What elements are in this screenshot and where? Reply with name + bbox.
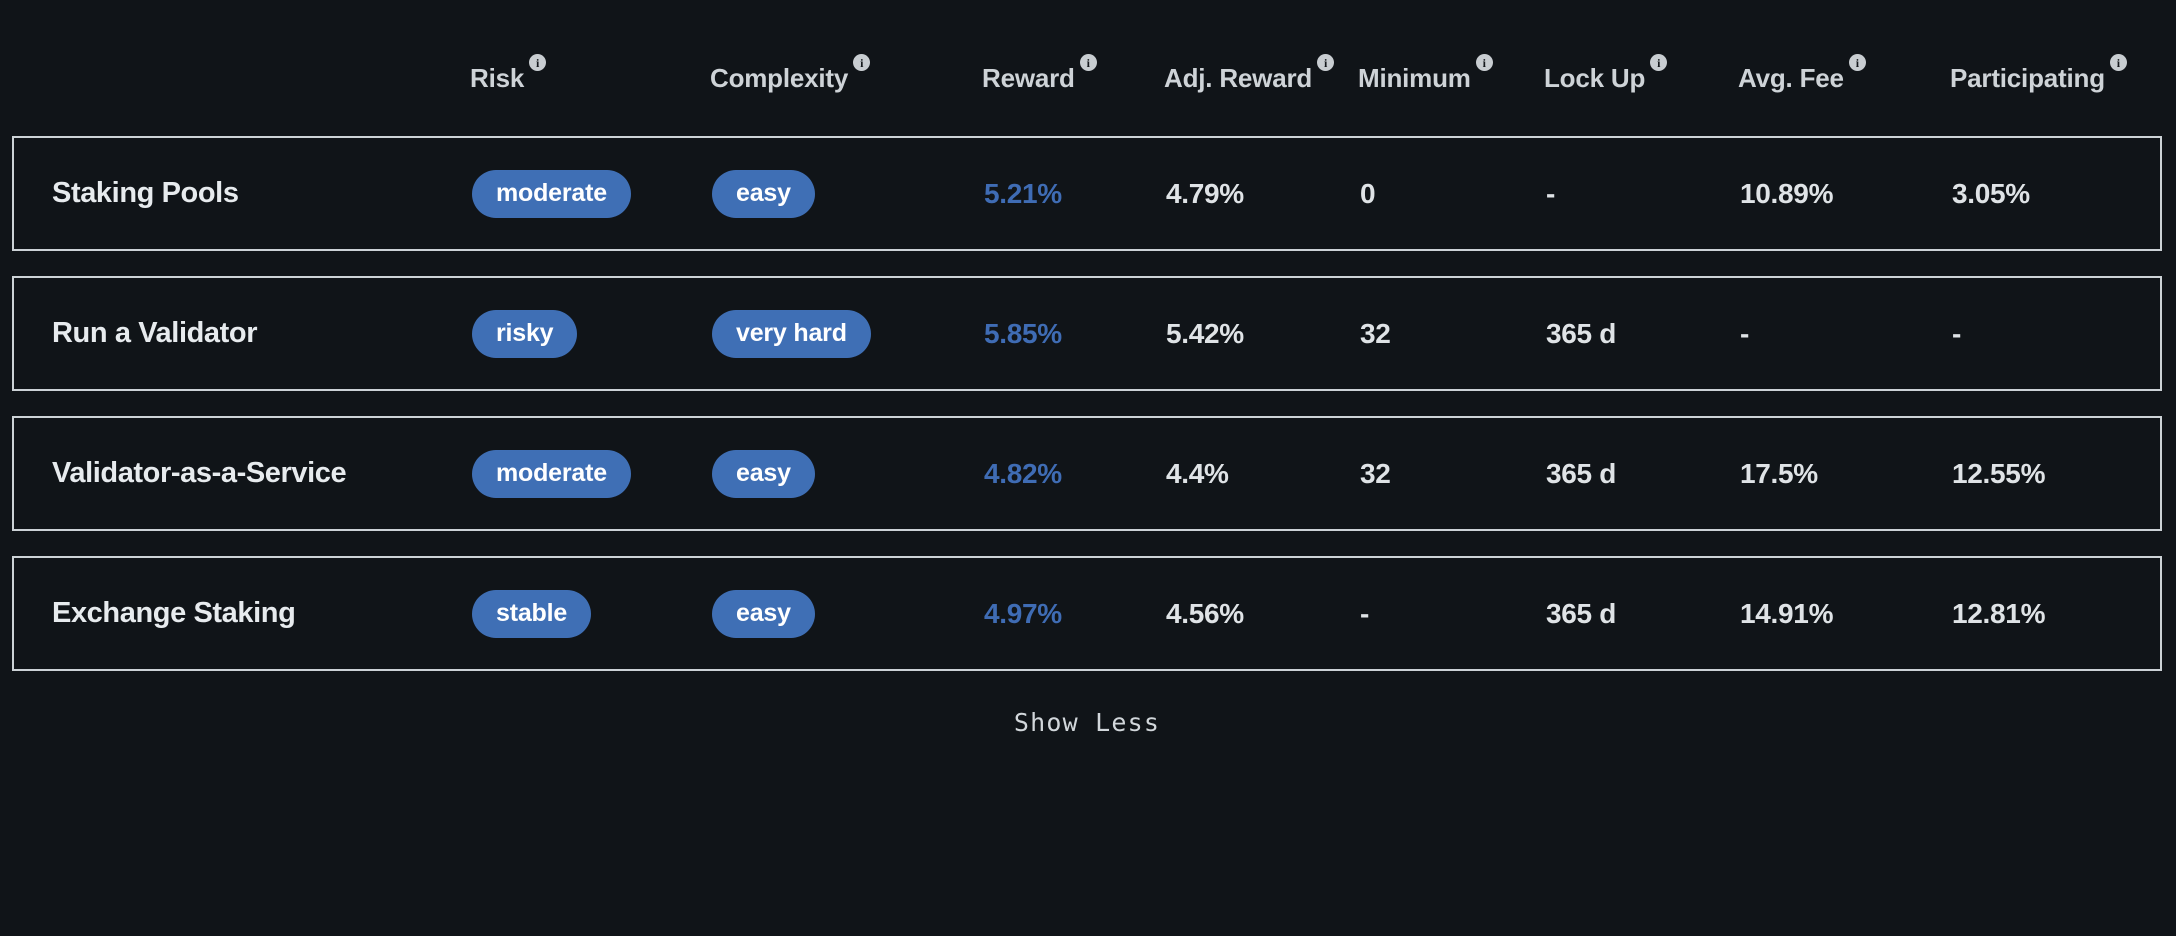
table-footer: Show Less — [12, 677, 2162, 767]
cell-participating: - — [1952, 318, 2160, 350]
cell-avg_fee: 10.89% — [1740, 178, 1952, 210]
cell-minimum: 32 — [1360, 318, 1546, 350]
column-header-label: Adj. Reward — [1164, 63, 1312, 94]
column-header-adj_reward: Adj. Rewardi — [1164, 63, 1358, 136]
cell-participating: 12.81% — [1952, 598, 2160, 630]
info-icon[interactable]: i — [1080, 54, 1097, 71]
column-header-label: Complexity — [710, 63, 848, 94]
cell-complexity: very hard — [712, 310, 984, 358]
complexity-badge[interactable]: easy — [712, 590, 815, 638]
risk-badge[interactable]: risky — [472, 310, 577, 358]
complexity-badge[interactable]: very hard — [712, 310, 871, 358]
cell-avg_fee: 17.5% — [1740, 458, 1952, 490]
cell-risk: moderate — [472, 450, 712, 498]
info-icon[interactable]: i — [529, 54, 546, 71]
cell-risk: stable — [472, 590, 712, 638]
cell-complexity: easy — [712, 450, 984, 498]
column-header-label: Minimum — [1358, 63, 1471, 94]
row-title: Exchange Staking — [52, 597, 472, 630]
staking-comparison-table: RiskiComplexityiRewardiAdj. RewardiMinim… — [0, 0, 2176, 936]
cell-avg_fee: 14.91% — [1740, 598, 1952, 630]
column-header-label: Risk — [470, 63, 524, 94]
table-header-row: RiskiComplexityiRewardiAdj. RewardiMinim… — [12, 0, 2162, 136]
column-header-participating: Participatingi — [1950, 63, 2162, 136]
info-icon[interactable]: i — [1849, 54, 1866, 71]
complexity-badge[interactable]: easy — [712, 450, 815, 498]
cell-minimum: - — [1360, 598, 1546, 630]
cell-participating: 3.05% — [1952, 178, 2160, 210]
row-title: Run a Validator — [52, 317, 472, 350]
cell-minimum: 32 — [1360, 458, 1546, 490]
cell-adj_reward: 4.56% — [1166, 598, 1360, 630]
cell-complexity: easy — [712, 170, 984, 218]
cell-risk: risky — [472, 310, 712, 358]
column-header-avg_fee: Avg. Feei — [1738, 63, 1950, 136]
table-row[interactable]: Exchange Stakingstable easy 4.97%4.56%-365… — [12, 556, 2162, 671]
cell-lock_up: 365 d — [1546, 318, 1740, 350]
cell-minimum: 0 — [1360, 178, 1546, 210]
table-row[interactable]: Validator-as-a-Servicemoderate easy 4.82%4… — [12, 416, 2162, 531]
column-header-reward: Rewardi — [982, 63, 1164, 136]
info-icon[interactable]: i — [2110, 54, 2127, 71]
cell-avg_fee: - — [1740, 318, 1952, 350]
info-icon[interactable]: i — [1317, 54, 1334, 71]
table-row[interactable]: Run a Validatorriskyvery hard5.85%5.42%3… — [12, 276, 2162, 391]
column-header-label: Lock Up — [1544, 63, 1645, 94]
column-header-label: Reward — [982, 63, 1075, 94]
cell-adj_reward: 4.4% — [1166, 458, 1360, 490]
cell-lock_up: 365 d — [1546, 458, 1740, 490]
risk-badge[interactable]: moderate — [472, 450, 631, 498]
cell-participating: 12.55% — [1952, 458, 2160, 490]
cell-lock_up: 365 d — [1546, 598, 1740, 630]
cell-reward: 5.85% — [984, 318, 1166, 350]
info-icon[interactable]: i — [1476, 54, 1493, 71]
cell-adj_reward: 4.79% — [1166, 178, 1360, 210]
risk-badge[interactable]: stable — [472, 590, 591, 638]
show-less-button[interactable]: Show Less — [1014, 708, 1160, 737]
column-header-label: Participating — [1950, 63, 2105, 94]
cell-reward: 4.82% — [984, 458, 1166, 490]
info-icon[interactable]: i — [853, 54, 870, 71]
row-title: Staking Pools — [52, 177, 472, 210]
cell-reward: 4.97% — [984, 598, 1166, 630]
column-header-lock_up: Lock Upi — [1544, 63, 1738, 136]
column-header-minimum: Minimumi — [1358, 63, 1544, 136]
cell-risk: moderate — [472, 170, 712, 218]
cell-adj_reward: 5.42% — [1166, 318, 1360, 350]
column-header-risk: Riski — [470, 63, 710, 136]
column-header-complexity: Complexityi — [710, 63, 982, 136]
table-row[interactable]: Staking Poolsmoderate easy 5.21%4.79%0-10.… — [12, 136, 2162, 251]
risk-badge[interactable]: moderate — [472, 170, 631, 218]
complexity-badge[interactable]: easy — [712, 170, 815, 218]
cell-reward: 5.21% — [984, 178, 1166, 210]
column-header-label: Avg. Fee — [1738, 63, 1844, 94]
column-header-name — [50, 94, 470, 136]
table-body: Staking Poolsmoderateeasy5.21%4.79%0-10.… — [12, 136, 2162, 671]
row-title: Validator-as-a-Service — [52, 457, 472, 490]
cell-lock_up: - — [1546, 178, 1740, 210]
info-icon[interactable]: i — [1650, 54, 1667, 71]
cell-complexity: easy — [712, 590, 984, 638]
